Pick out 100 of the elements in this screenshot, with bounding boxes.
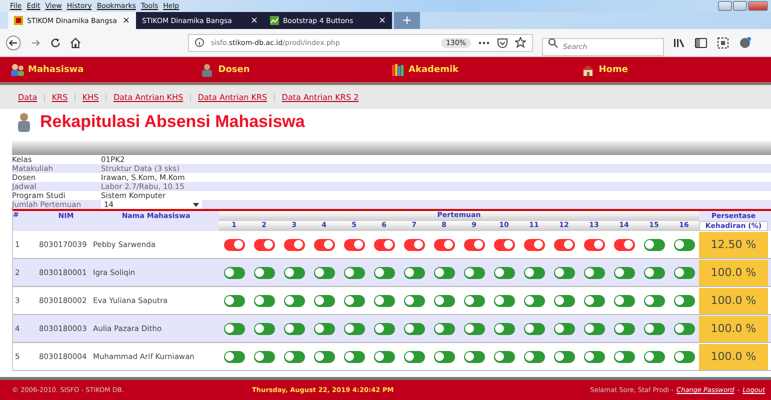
toggle-switch[interactable]: [584, 322, 604, 334]
toggle-switch[interactable]: [374, 238, 394, 250]
screenshot-icon[interactable]: [717, 36, 729, 48]
menu-link[interactable]: Dosen: [200, 62, 390, 76]
toggle-switch[interactable]: [554, 350, 574, 362]
toggle-switch[interactable]: [524, 350, 544, 362]
menu-link[interactable]: Home: [580, 62, 771, 76]
toggle-switch[interactable]: [404, 266, 424, 278]
toggle-switch[interactable]: [374, 294, 394, 306]
toggle-switch[interactable]: [344, 266, 364, 278]
menu-link[interactable]: Mahasiswa: [10, 62, 200, 76]
toggle-switch[interactable]: [584, 294, 604, 306]
toggle-switch[interactable]: [254, 322, 274, 334]
toggle-switch[interactable]: [644, 266, 664, 278]
toggle-switch[interactable]: [464, 322, 484, 334]
toggle-switch[interactable]: [434, 350, 454, 362]
toggle-switch[interactable]: [284, 294, 304, 306]
library-icon[interactable]: [673, 38, 685, 48]
toggle-switch[interactable]: [584, 350, 604, 362]
toggle-switch[interactable]: [644, 350, 664, 362]
toggle-switch[interactable]: [674, 238, 694, 250]
toggle-switch[interactable]: [614, 266, 634, 278]
reload-icon[interactable]: [50, 36, 61, 48]
toggle-switch[interactable]: [644, 322, 664, 334]
toggle-switch[interactable]: [614, 322, 634, 334]
toggle-switch[interactable]: [254, 350, 274, 362]
pocket-icon[interactable]: [496, 38, 508, 48]
toggle-switch[interactable]: [674, 322, 694, 334]
toggle-switch[interactable]: [344, 238, 364, 250]
toggle-switch[interactable]: [554, 294, 574, 306]
minimize-button[interactable]: [718, 1, 732, 11]
toggle-switch[interactable]: [344, 350, 364, 362]
toggle-switch[interactable]: [374, 266, 394, 278]
toggle-switch[interactable]: [344, 294, 364, 306]
toggle-switch[interactable]: [374, 322, 394, 334]
toggle-switch[interactable]: [494, 350, 514, 362]
close-tab-button[interactable]: ×: [250, 16, 258, 26]
toggle-switch[interactable]: [614, 238, 634, 250]
toggle-switch[interactable]: [224, 294, 244, 306]
toggle-switch[interactable]: [224, 266, 244, 278]
toggle-switch[interactable]: [314, 238, 334, 250]
menu-link[interactable]: Akademik: [390, 62, 581, 76]
toggle-switch[interactable]: [314, 294, 334, 306]
submenu-link[interactable]: KRS: [52, 92, 68, 102]
toggle-switch[interactable]: [554, 266, 574, 278]
back-icon[interactable]: [6, 34, 21, 50]
toggle-switch[interactable]: [494, 238, 514, 250]
submenu-link[interactable]: Data Antrian KRS: [198, 92, 268, 102]
toggle-switch[interactable]: [284, 322, 304, 334]
submenu-link[interactable]: Data Antrian KRS 2: [282, 92, 359, 102]
toggle-switch[interactable]: [584, 266, 604, 278]
toggle-switch[interactable]: [674, 266, 694, 278]
toggle-switch[interactable]: [524, 322, 544, 334]
toggle-switch[interactable]: [494, 322, 514, 334]
toggle-switch[interactable]: [674, 294, 694, 306]
toggle-switch[interactable]: [464, 238, 484, 250]
submenu-link[interactable]: KHS: [82, 92, 99, 102]
toggle-switch[interactable]: [524, 266, 544, 278]
submenu-link[interactable]: Data Antrian KHS: [113, 92, 184, 102]
toggle-switch[interactable]: [584, 238, 604, 250]
toggle-switch[interactable]: [284, 266, 304, 278]
toggle-switch[interactable]: [254, 266, 274, 278]
toggle-switch[interactable]: [344, 322, 364, 334]
star-icon[interactable]: [514, 37, 526, 48]
toggle-switch[interactable]: [254, 238, 274, 250]
toggle-switch[interactable]: [224, 322, 244, 334]
submenu-link[interactable]: Data: [18, 92, 38, 102]
toggle-switch[interactable]: [494, 266, 514, 278]
toggle-switch[interactable]: [494, 294, 514, 306]
home-icon[interactable]: [70, 36, 81, 48]
toggle-switch[interactable]: [284, 238, 304, 250]
toggle-switch[interactable]: [644, 294, 664, 306]
toggle-switch[interactable]: [434, 266, 454, 278]
toggle-switch[interactable]: [434, 238, 454, 250]
toggle-switch[interactable]: [644, 238, 664, 250]
toggle-switch[interactable]: [554, 322, 574, 334]
toggle-switch[interactable]: [434, 294, 454, 306]
globe-icon[interactable]: [739, 36, 751, 48]
toggle-switch[interactable]: [254, 294, 274, 306]
toggle-switch[interactable]: [284, 350, 304, 362]
toggle-switch[interactable]: [674, 350, 694, 362]
toggle-switch[interactable]: [404, 350, 424, 362]
toggle-switch[interactable]: [464, 350, 484, 362]
toggle-switch[interactable]: [374, 350, 394, 362]
toggle-switch[interactable]: [314, 322, 334, 334]
toggle-switch[interactable]: [314, 266, 334, 278]
toggle-switch[interactable]: [404, 294, 424, 306]
more-icon[interactable]: [478, 40, 490, 44]
toggle-switch[interactable]: [224, 238, 244, 250]
toggle-switch[interactable]: [464, 294, 484, 306]
close-tab-button[interactable]: ×: [122, 16, 130, 26]
sidebar-icon[interactable]: [695, 38, 707, 48]
toggle-switch[interactable]: [554, 238, 574, 250]
close-tab-button[interactable]: ×: [378, 16, 386, 26]
close-button[interactable]: [748, 1, 768, 11]
toggle-switch[interactable]: [404, 238, 424, 250]
restore-button[interactable]: [733, 1, 747, 11]
toggle-switch[interactable]: [404, 322, 424, 334]
toggle-switch[interactable]: [434, 322, 454, 334]
toggle-switch[interactable]: [614, 350, 634, 362]
